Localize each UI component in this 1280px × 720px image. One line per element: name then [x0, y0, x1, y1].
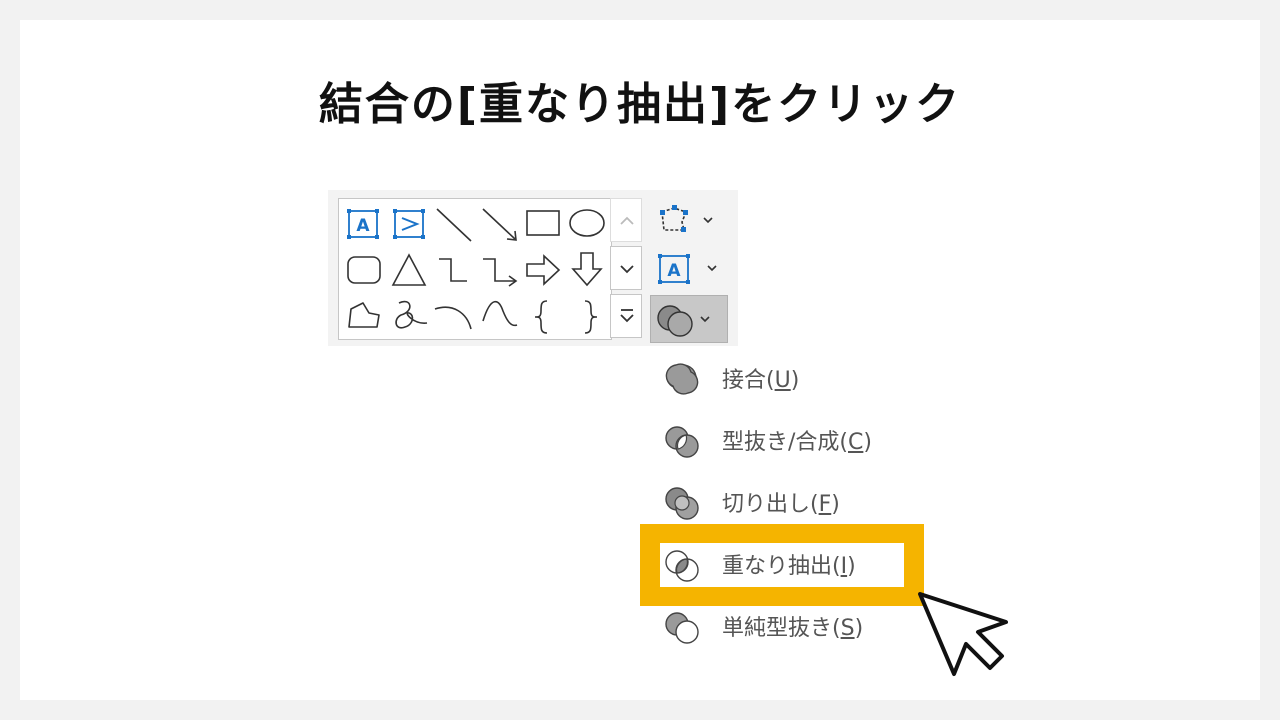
scroll-up-icon — [620, 216, 634, 225]
page-title: 結合の[重なり抽出]をクリック — [318, 79, 962, 130]
triangle-icon[interactable] — [391, 253, 427, 286]
text-box-icon: A — [658, 254, 717, 284]
edit-shape-icon — [660, 205, 713, 232]
menu-label: 重なり抽出(I) — [722, 554, 856, 579]
menu-item-union[interactable]: 接合(U) — [660, 356, 900, 400]
line-icon[interactable] — [436, 208, 472, 242]
elbow-arrow-connector-icon[interactable] — [483, 258, 518, 287]
arrow-line-icon[interactable] — [482, 208, 517, 241]
combine-icon — [665, 426, 699, 458]
menu-label: 接合(U) — [722, 368, 800, 393]
curve-icon[interactable] — [482, 300, 518, 327]
text-box-icon[interactable]: A — [347, 209, 379, 239]
more-icon — [620, 309, 634, 323]
vertical-text-box-icon[interactable] — [393, 209, 425, 239]
freeform-icon[interactable] — [348, 302, 380, 328]
scroll-up-button[interactable] — [610, 198, 642, 242]
scroll-down-icon — [620, 265, 634, 274]
oval-icon[interactable] — [569, 209, 605, 237]
intersect-icon — [665, 550, 699, 582]
chevron-down-icon — [707, 265, 717, 272]
fragment-icon — [665, 487, 699, 520]
arc-icon[interactable] — [434, 306, 472, 330]
scroll-down-button[interactable] — [610, 246, 642, 290]
menu-label: 型抜き/合成(C) — [722, 430, 872, 455]
menu-item-combine[interactable]: 型抜き/合成(C) — [660, 418, 900, 462]
rounded-rectangle-icon[interactable] — [347, 256, 381, 284]
scribble-icon[interactable] — [395, 300, 428, 329]
subtract-icon — [665, 612, 699, 644]
menu-item-intersect[interactable]: 重なり抽出(I) — [660, 542, 900, 586]
svg-text:A: A — [667, 261, 681, 281]
union-icon — [665, 363, 699, 395]
left-brace-icon[interactable] — [534, 300, 548, 334]
elbow-connector-icon[interactable] — [439, 258, 467, 282]
svg-text:A: A — [356, 216, 370, 236]
mouse-pointer-icon — [918, 592, 1008, 676]
insert-text-box-button[interactable]: A — [652, 248, 722, 288]
merge-shapes-icon — [657, 305, 710, 337]
menu-label: 単純型抜き(S) — [722, 616, 864, 641]
merge-shapes-button[interactable] — [650, 295, 728, 343]
menu-label: 切り出し(F) — [722, 492, 840, 517]
down-arrow-icon[interactable] — [571, 252, 603, 287]
right-arrow-icon[interactable] — [526, 254, 561, 286]
gallery-more-button[interactable] — [610, 294, 642, 338]
menu-item-subtract[interactable]: 単純型抜き(S) — [660, 604, 900, 648]
menu-item-fragment[interactable]: 切り出し(F) — [660, 480, 900, 524]
right-brace-icon[interactable] — [584, 300, 598, 334]
rectangle-icon[interactable] — [526, 210, 560, 236]
chevron-down-icon — [700, 316, 710, 323]
edit-shape-button[interactable] — [652, 198, 722, 238]
shapes-gallery: A — [338, 198, 612, 340]
chevron-down-icon — [703, 217, 713, 224]
